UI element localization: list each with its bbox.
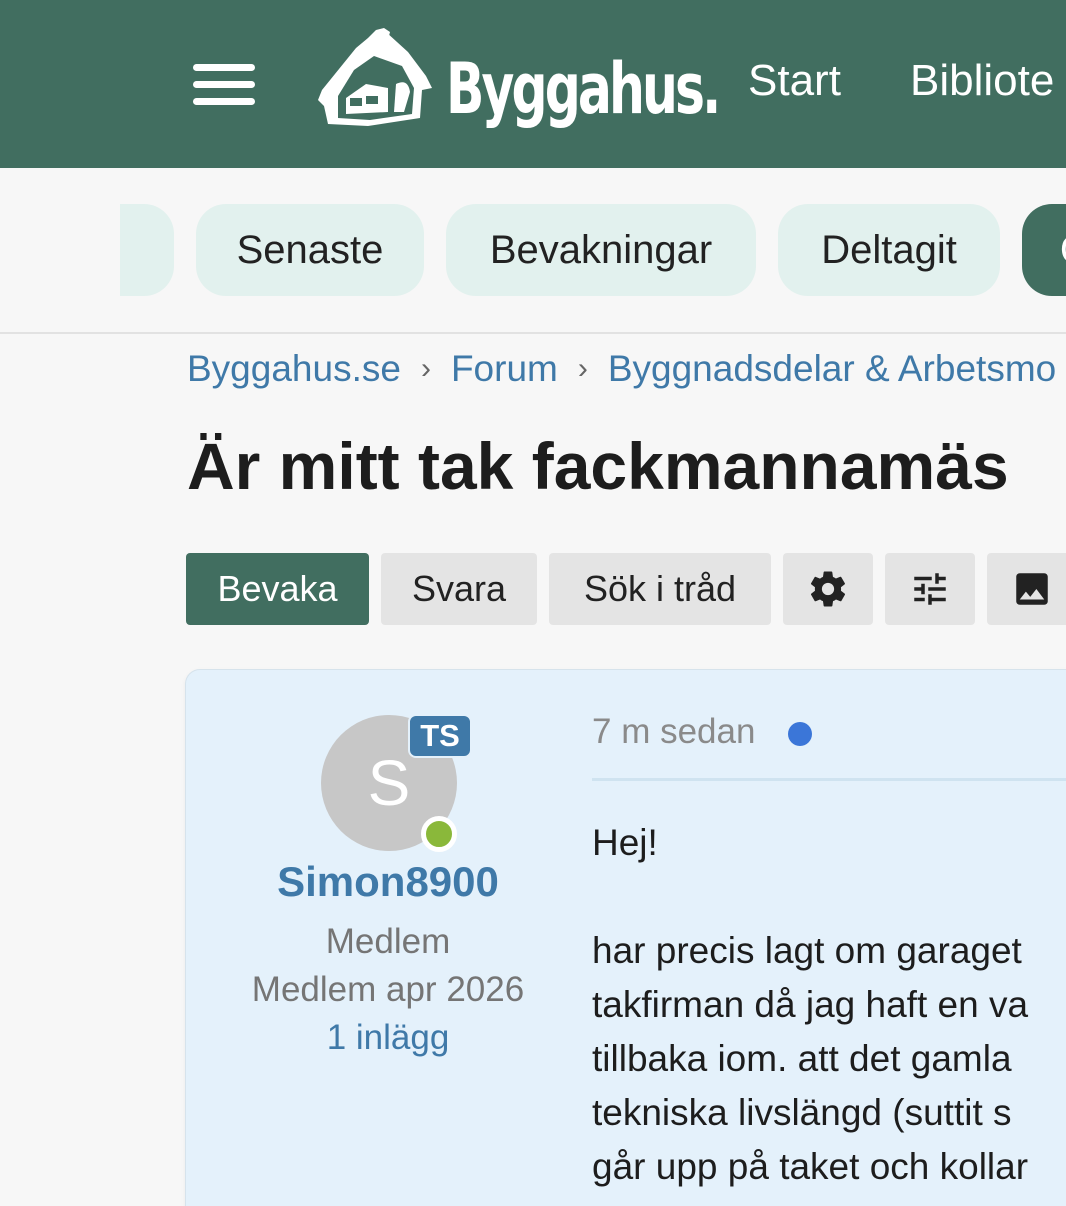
- house-logo-icon: [318, 28, 432, 126]
- post-username[interactable]: Simon8900: [186, 858, 590, 906]
- gear-icon: [810, 571, 846, 607]
- media-button[interactable]: [987, 553, 1066, 625]
- post-line: har precis lagt om garaget: [592, 930, 1022, 971]
- member-since: Medlem apr 2026: [251, 970, 525, 1009]
- menu-icon[interactable]: [193, 64, 255, 108]
- filter-button[interactable]: [885, 553, 975, 625]
- post-count-link[interactable]: 1 inlägg: [186, 1018, 590, 1058]
- chevron-right-icon: ›: [420, 352, 431, 385]
- chevron-right-icon: ›: [577, 352, 588, 385]
- site-logo[interactable]: Byggahus.: [316, 26, 721, 146]
- image-icon: [1016, 573, 1048, 605]
- tab-deltagit[interactable]: Deltagit: [778, 204, 1000, 296]
- post-greeting: Hej!: [592, 822, 658, 863]
- filter-tabs: Senaste Bevakningar Deltagit O: [0, 168, 1066, 334]
- logo-text: Byggahus.: [446, 48, 721, 130]
- tab-active[interactable]: O: [1022, 204, 1066, 296]
- breadcrumb-home[interactable]: Byggahus.se: [187, 348, 401, 389]
- post-line: går upp på taket och kollar: [592, 1146, 1029, 1187]
- breadcrumb-forum[interactable]: Forum: [451, 348, 558, 389]
- thread-starter-badge: TS: [408, 714, 472, 758]
- search-thread-button[interactable]: Sök i tråd: [549, 553, 771, 625]
- unread-indicator-icon: [788, 722, 812, 746]
- post-divider: [592, 778, 1066, 781]
- nav-start[interactable]: Start: [748, 56, 841, 106]
- user-role: Medlem: [325, 922, 451, 961]
- settings-button[interactable]: [783, 553, 873, 625]
- sliders-icon: [914, 573, 946, 605]
- tab-hidden-left[interactable]: [120, 204, 174, 296]
- post-line: tillbaka iom. att det gamla: [592, 1038, 1012, 1079]
- thread-title: Är mitt tak fackmannamäs: [187, 429, 1009, 503]
- post-card: S TS Simon8900 Medlem Medlem apr 2026 1 …: [186, 670, 1066, 1206]
- breadcrumb-category[interactable]: Byggnadsdelar & Arbetsmo: [608, 348, 1056, 389]
- reply-button[interactable]: Svara: [381, 553, 537, 625]
- tab-senaste[interactable]: Senaste: [196, 204, 424, 296]
- post-timestamp[interactable]: 7 m sedan: [592, 712, 755, 752]
- tab-bevakningar[interactable]: Bevakningar: [446, 204, 756, 296]
- top-header: Byggahus. Start Bibliote: [0, 0, 1066, 168]
- breadcrumb: Byggahus.se › Forum › Byggnadsdelar & Arbets…: [187, 348, 1056, 392]
- post-line: takfirman då jag haft en va: [592, 984, 1029, 1025]
- online-status-icon: [421, 816, 457, 852]
- nav-bibliotek[interactable]: Bibliote: [910, 56, 1054, 106]
- watch-button[interactable]: Bevaka: [186, 553, 369, 625]
- post-line: tekniska livslängd (suttit s: [592, 1092, 1012, 1133]
- post-body: Hej! har precis lagt om garaget takfirma…: [592, 816, 1066, 1194]
